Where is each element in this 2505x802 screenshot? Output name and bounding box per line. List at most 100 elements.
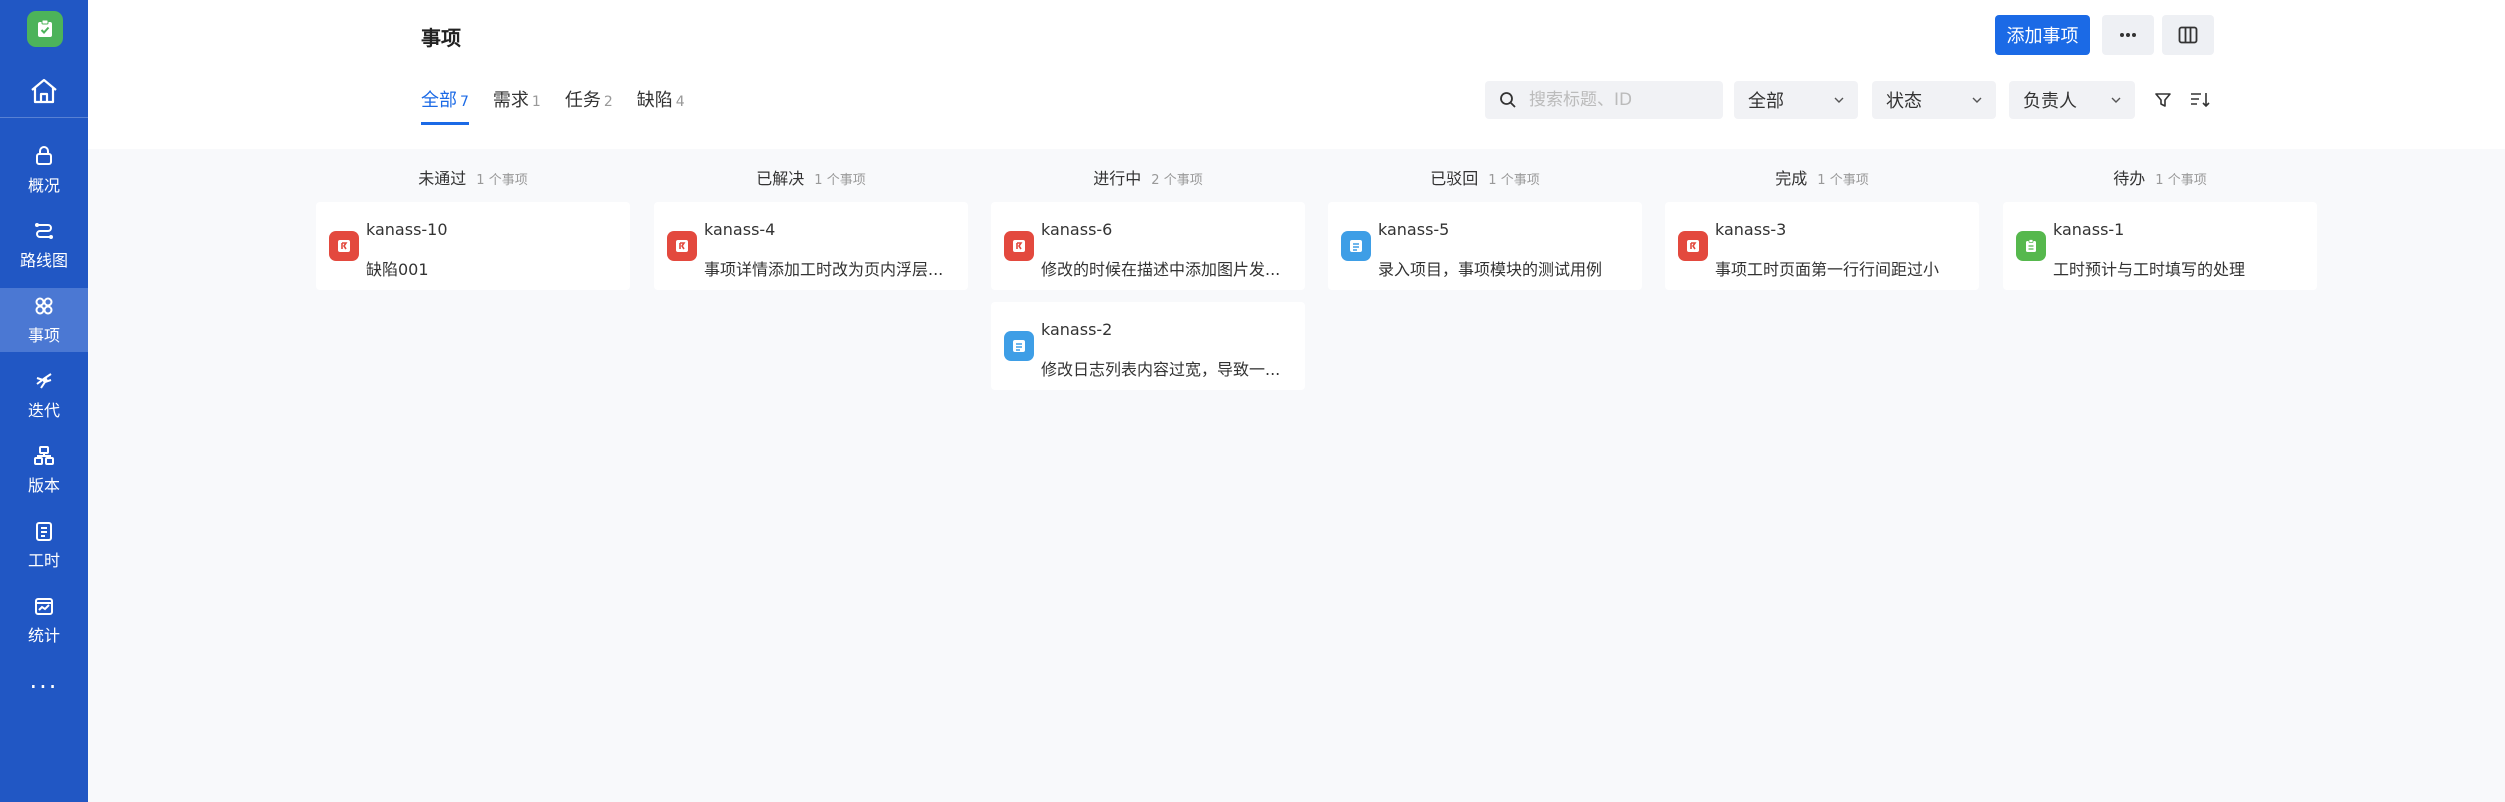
type-select[interactable]: 全部 bbox=[1734, 81, 1858, 119]
app-logo[interactable] bbox=[27, 11, 63, 47]
column-title: 已解决 bbox=[756, 169, 805, 188]
work-item-title: 缺陷001 bbox=[366, 260, 429, 279]
tab-task[interactable]: 任务 2 bbox=[565, 86, 613, 125]
work-item-key: kanass-5 bbox=[1378, 220, 1450, 239]
chevron-down-icon bbox=[1972, 97, 1982, 103]
column-title: 已驳回 bbox=[1430, 169, 1479, 188]
column-count: 1 个事项 bbox=[1817, 173, 1869, 188]
column-count: 1 个事项 bbox=[2155, 173, 2207, 188]
work-item-card[interactable]: kanass-10 缺陷001 bbox=[316, 202, 630, 290]
work-item-title: 修改日志列表内容过宽，导致一... bbox=[1041, 360, 1281, 379]
column-title: 未通过 bbox=[418, 169, 467, 188]
filter-button[interactable] bbox=[2149, 86, 2177, 114]
worklog-icon bbox=[36, 522, 52, 541]
column-header: 进行中 2 个事项 bbox=[991, 165, 1305, 189]
column-title: 进行中 bbox=[1093, 169, 1142, 188]
sidebar-item-statistics[interactable]: 统计 bbox=[0, 588, 88, 652]
search-icon bbox=[1500, 92, 1516, 108]
type-select-value: 全部 bbox=[1748, 91, 1784, 112]
more-options-button[interactable] bbox=[2102, 15, 2154, 55]
bug-icon bbox=[1678, 231, 1708, 261]
work-item-key: kanass-4 bbox=[704, 220, 776, 239]
sidebar-item-label: 统计 bbox=[27, 626, 60, 645]
column-count: 1 个事项 bbox=[476, 173, 528, 188]
tab-count: 7 bbox=[460, 94, 469, 110]
sidebar-item-version[interactable]: 版本 bbox=[0, 438, 88, 502]
work-item-key: kanass-6 bbox=[1041, 220, 1113, 239]
column-title: 待办 bbox=[2113, 169, 2146, 188]
home-icon bbox=[31, 78, 57, 103]
tab-label: 需求 bbox=[492, 90, 529, 111]
roadmap-icon bbox=[35, 223, 53, 239]
statistics-icon bbox=[35, 598, 53, 615]
column-header: 已解决 1 个事项 bbox=[654, 165, 968, 189]
assignee-select[interactable]: 负责人 bbox=[2009, 81, 2135, 119]
work-item-card[interactable]: kanass-1 工时预计与工时填写的处理 bbox=[2003, 202, 2317, 290]
column-count: 1 个事项 bbox=[814, 173, 866, 188]
sidebar-item-worklog[interactable]: 工时 bbox=[0, 513, 88, 577]
filter-icon bbox=[2155, 93, 2171, 107]
tab-label: 缺陷 bbox=[636, 90, 673, 111]
clipboard-check-icon bbox=[38, 19, 52, 37]
work-item-card[interactable]: kanass-2 修改日志列表内容过宽，导致一... bbox=[991, 302, 1305, 390]
work-item-card[interactable]: kanass-5 录入项目，事项模块的测试用例 bbox=[1328, 202, 1642, 290]
status-select-value: 状态 bbox=[1886, 91, 1922, 112]
bug-icon bbox=[1004, 231, 1034, 261]
bug-icon bbox=[329, 231, 359, 261]
work-item-key: kanass-1 bbox=[2053, 220, 2125, 239]
add-work-item-button[interactable]: 添加事项 bbox=[1995, 15, 2090, 55]
assignee-select-value: 负责人 bbox=[2023, 91, 2077, 112]
tab-all[interactable]: 全部 7 bbox=[421, 86, 469, 125]
column-header: 已驳回 1 个事项 bbox=[1328, 165, 1642, 189]
column-count: 2 个事项 bbox=[1151, 173, 1203, 188]
sidebar-item-label: 工时 bbox=[27, 551, 60, 570]
work-item-title: 录入项目，事项模块的测试用例 bbox=[1378, 260, 1603, 279]
chevron-down-icon bbox=[2111, 97, 2121, 103]
requirement-icon bbox=[1341, 231, 1371, 261]
work-item-title: 修改的时候在描述中添加图片发... bbox=[1041, 260, 1281, 279]
home-button[interactable] bbox=[0, 64, 88, 118]
columns-icon bbox=[2178, 26, 2198, 44]
column-count: 1 个事项 bbox=[1488, 173, 1540, 188]
bug-icon bbox=[667, 231, 697, 261]
work-item-title: 事项工时页面第一行行间距过小 bbox=[1715, 260, 1940, 279]
sidebar-item-roadmap[interactable]: 路线图 bbox=[0, 213, 88, 277]
work-item-card[interactable]: kanass-3 事项工时页面第一行行间距过小 bbox=[1665, 202, 1979, 290]
ellipsis-icon bbox=[2120, 33, 2136, 37]
chevron-down-icon bbox=[1834, 97, 1844, 103]
page-title: 事项 bbox=[421, 26, 461, 50]
work-item-title: 工时预计与工时填写的处理 bbox=[2053, 260, 2246, 279]
sidebar-item-label: 迭代 bbox=[27, 401, 60, 420]
type-tabs: 全部 7 需求 1 任务 2 缺陷 4 bbox=[421, 86, 685, 125]
column-header: 待办 1 个事项 bbox=[2003, 165, 2317, 189]
tab-requirement[interactable]: 需求 1 bbox=[493, 86, 541, 125]
tab-count: 4 bbox=[675, 94, 685, 110]
sidebar-item-sprint[interactable]: 迭代 bbox=[0, 363, 88, 427]
overview-icon bbox=[36, 146, 52, 165]
board-view-button[interactable] bbox=[2162, 15, 2214, 55]
work-item-card[interactable]: kanass-6 修改的时候在描述中添加图片发... bbox=[991, 202, 1305, 290]
work-item-title: 事项详情添加工时改为页内浮层... bbox=[704, 260, 944, 279]
status-select[interactable]: 状态 bbox=[1872, 81, 1996, 119]
tab-count: 1 bbox=[531, 94, 541, 110]
column-header: 完成 1 个事项 bbox=[1665, 165, 1979, 189]
work-item-key: kanass-10 bbox=[366, 220, 448, 239]
search-input[interactable] bbox=[1529, 90, 1709, 110]
column-header: 未通过 1 个事项 bbox=[316, 165, 630, 189]
sidebar-item-overview[interactable]: 概况 bbox=[0, 138, 88, 202]
sort-button[interactable] bbox=[2186, 86, 2214, 114]
sidebar-more-button[interactable]: ··· bbox=[0, 672, 88, 702]
tab-bug[interactable]: 缺陷 4 bbox=[637, 86, 685, 125]
sprint-icon bbox=[36, 373, 52, 389]
sort-icon bbox=[2191, 93, 2210, 108]
kanban-board: 未通过 1 个事项 kanass-10 缺陷001 已解决 1 个事项 kanass… bbox=[88, 149, 2505, 802]
task-icon bbox=[2016, 231, 2046, 261]
tab-label: 全部 bbox=[421, 90, 457, 111]
tab-label: 任务 bbox=[564, 90, 601, 111]
search-box bbox=[1485, 81, 1723, 119]
work-item-card[interactable]: kanass-4 事项详情添加工时改为页内浮层... bbox=[654, 202, 968, 290]
tab-count: 2 bbox=[603, 94, 613, 110]
sidebar-item-label: 概况 bbox=[27, 176, 60, 195]
work-item-key: kanass-3 bbox=[1715, 220, 1787, 239]
sidebar-item-work-items[interactable]: 事项 bbox=[0, 288, 88, 352]
